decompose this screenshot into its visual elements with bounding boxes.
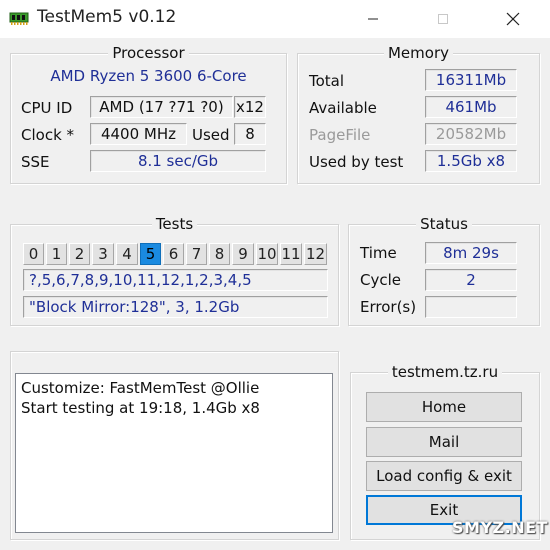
test-number-2: 2 xyxy=(69,243,90,265)
test-number-6: 6 xyxy=(163,243,184,265)
pagefile-label: PageFile xyxy=(309,126,371,144)
minimize-button[interactable] xyxy=(350,0,396,38)
window-title: TestMem5 v0.12 xyxy=(37,7,177,27)
cpu-threads-field: x12 xyxy=(234,96,266,118)
available-label: Available xyxy=(309,99,377,117)
maximize-icon xyxy=(438,14,448,24)
test-number-7: 7 xyxy=(186,243,207,265)
watermark-text: SMYZ.NET xyxy=(452,518,548,537)
pagefile-field: 20582Mb xyxy=(425,123,517,145)
status-legend: Status xyxy=(416,215,472,233)
memory-legend: Memory xyxy=(383,44,453,62)
total-field: 16311Mb xyxy=(425,69,517,91)
available-field: 461Mb xyxy=(425,96,517,118)
cycle-label: Cycle xyxy=(360,271,401,289)
used-by-test-field: 1.5Gb x8 xyxy=(425,150,517,172)
test-number-10: 10 xyxy=(256,243,278,265)
test-number-0: 0 xyxy=(23,243,44,265)
test-number-8: 8 xyxy=(209,243,230,265)
log-line: Start testing at 19:18, 1.4Gb x8 xyxy=(21,399,260,417)
test-number-3: 3 xyxy=(92,243,114,265)
test-number-1: 1 xyxy=(46,243,67,265)
used-by-test-label: Used by test xyxy=(309,153,404,171)
test-number-12: 12 xyxy=(304,243,327,265)
close-button[interactable] xyxy=(490,0,536,38)
processor-legend: Processor xyxy=(108,44,189,62)
cpu-id-label: CPU ID xyxy=(21,99,73,117)
log-line: Customize: FastMemTest @Ollie xyxy=(21,379,260,397)
memory-chip-icon xyxy=(9,10,29,26)
maximize-button xyxy=(420,0,466,38)
log-textbox[interactable]: Customize: FastMemTest @Ollie Start test… xyxy=(15,373,333,533)
clock-label: Clock * xyxy=(21,126,75,144)
clock-field: 4400 MHz xyxy=(90,123,187,145)
test-number-4: 4 xyxy=(116,243,138,265)
time-field: 8m 29s xyxy=(425,242,517,264)
sse-label: SSE xyxy=(21,153,50,171)
test-sequence-field: ?,5,6,7,8,9,10,11,12,1,2,3,4,5 xyxy=(23,269,328,291)
test-number-5: 5 xyxy=(140,243,161,265)
home-button[interactable]: Home xyxy=(366,392,522,422)
cycle-field: 2 xyxy=(425,269,517,291)
used-threads-label: Used xyxy=(192,126,230,144)
total-label: Total xyxy=(309,72,345,90)
errors-field xyxy=(425,296,517,318)
close-icon xyxy=(506,12,520,26)
current-test-field: "Block Mirror:128", 3, 1.2Gb xyxy=(23,296,328,318)
errors-label: Error(s) xyxy=(360,298,417,316)
cpu-name: AMD Ryzen 5 3600 6-Core xyxy=(50,67,247,85)
minimize-icon xyxy=(368,18,378,20)
test-number-9: 9 xyxy=(232,243,254,265)
used-threads-field: 8 xyxy=(234,123,266,145)
load-config-exit-button[interactable]: Load config & exit xyxy=(366,461,522,491)
sse-field: 8.1 sec/Gb xyxy=(90,150,266,172)
cpu-id-field: AMD (17 ?71 ?0) xyxy=(90,96,233,118)
tests-legend: Tests xyxy=(151,215,198,233)
site-legend: testmem.tz.ru xyxy=(387,363,503,381)
mail-button[interactable]: Mail xyxy=(366,427,522,457)
time-label: Time xyxy=(360,244,397,262)
test-number-11: 11 xyxy=(280,243,302,265)
